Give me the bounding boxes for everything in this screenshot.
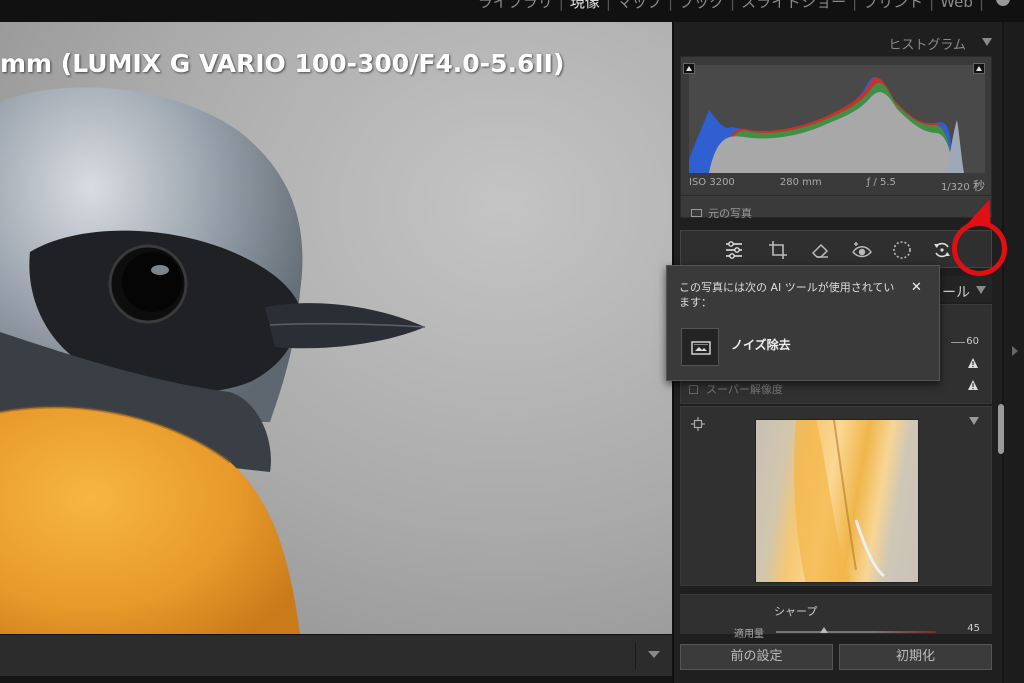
- aperture-value: ƒ / 5.5: [866, 177, 896, 188]
- detail-preview[interactable]: [755, 419, 919, 583]
- eraser-icon[interactable]: [809, 239, 831, 261]
- warning-icon: [968, 380, 978, 390]
- module-book[interactable]: ブック: [673, 0, 730, 12]
- enhance-slider-track[interactable]: [951, 342, 965, 343]
- reset-button[interactable]: 初期化: [839, 644, 992, 670]
- exif-readout: ISO 3200 280 mm ƒ / 5.5 1/320 秒: [689, 177, 985, 194]
- histogram-title: ヒストグラム: [888, 38, 966, 53]
- warning-icon: [968, 358, 978, 368]
- detail-panel: [680, 406, 992, 586]
- enhance-value: 60: [966, 336, 979, 347]
- ai-update-icon[interactable]: [931, 239, 953, 261]
- module-develop[interactable]: 現像: [564, 0, 606, 12]
- module-slideshow[interactable]: スライドショー: [735, 0, 852, 12]
- collapse-chevron-icon[interactable]: [976, 286, 986, 294]
- super-resolution-option[interactable]: スーパー解像度: [689, 381, 783, 397]
- chevron-down-icon[interactable]: [969, 417, 979, 425]
- original-photo-label: 元の写真: [708, 207, 752, 220]
- previous-settings-button[interactable]: 前の設定: [680, 644, 833, 670]
- tool-strip: [680, 230, 992, 268]
- identity-plate-icon[interactable]: [996, 0, 1010, 6]
- amount-slider[interactable]: [776, 631, 936, 633]
- histogram-header[interactable]: ヒストグラム: [680, 26, 996, 54]
- super-resolution-label: スーパー解像度: [706, 383, 783, 396]
- amount-label: 適用量: [734, 629, 764, 640]
- module-library[interactable]: ライブラリ: [472, 0, 559, 12]
- toolbar-divider: [635, 643, 636, 669]
- shadow-clipping-toggle-icon[interactable]: [683, 63, 695, 74]
- sharpening-title: シャープ: [774, 605, 818, 618]
- photo-info-overlay: mm (LUMIX G VARIO 100-300/F4.0-5.6II): [0, 49, 565, 78]
- masking-icon[interactable]: [891, 239, 913, 261]
- module-picker: ライブラリ | 現像 | マップ | ブック | スライドショー | プリント …: [0, 0, 1024, 22]
- red-eye-icon[interactable]: [851, 239, 873, 261]
- popup-message: この写真には次の AI ツールが使用されています：: [679, 281, 895, 309]
- original-photo-toggle[interactable]: 元の写真: [691, 205, 752, 221]
- shutter-unit: 秒: [972, 179, 985, 193]
- target-adjust-icon[interactable]: [691, 417, 705, 431]
- ai-tools-popup: この写真には次の AI ツールが使用されています： ✕ ノイズ除去: [666, 265, 940, 381]
- edit-sliders-icon[interactable]: [723, 239, 745, 261]
- close-icon[interactable]: ✕: [911, 280, 922, 295]
- highlight-clipping-toggle-icon[interactable]: [973, 63, 985, 74]
- shutter-speed-value: 1/320 秒: [941, 177, 985, 194]
- module-print[interactable]: プリント: [857, 0, 929, 12]
- basic-panel-title: ール: [942, 285, 970, 301]
- bird-photo: [0, 87, 426, 634]
- lightroom-window: ライブラリ | 現像 | マップ | ブック | スライドショー | プリント …: [0, 0, 1024, 683]
- panel-edge: [1004, 22, 1024, 683]
- focal-length-value: 280 mm: [779, 177, 822, 188]
- histogram-panel: ISO 3200 280 mm ƒ / 5.5 1/320 秒 元の写真: [680, 56, 992, 221]
- divider: [681, 195, 991, 196]
- module-map[interactable]: マップ: [611, 0, 668, 12]
- panel-buttons: 前の設定 初期化: [680, 644, 992, 670]
- annotation-circle: [952, 221, 1007, 276]
- super-resolution-checkbox[interactable]: [689, 384, 698, 394]
- collapse-chevron-icon[interactable]: [982, 38, 992, 46]
- shutter-speed-number: 1/320: [940, 182, 970, 193]
- toolbar: [0, 634, 672, 676]
- iso-value: ISO 3200: [689, 177, 735, 188]
- module-list: ライブラリ | 現像 | マップ | ブック | スライドショー | プリント …: [472, 0, 984, 12]
- denoise-icon: [681, 328, 719, 366]
- toolbar-menu-chevron-icon[interactable]: [648, 651, 660, 658]
- expand-panel-chevron-icon[interactable]: [1012, 346, 1018, 356]
- module-web[interactable]: Web: [934, 0, 979, 11]
- ai-tool-denoise: ノイズ除去: [731, 338, 791, 352]
- sharpening-section: シャープ 適用量 45: [680, 594, 992, 640]
- module-separator: |: [978, 0, 984, 11]
- photo-canvas[interactable]: mm (LUMIX G VARIO 100-300/F4.0-5.6II): [0, 22, 672, 634]
- histogram-graph: [689, 65, 985, 173]
- crop-icon[interactable]: [767, 239, 789, 261]
- amount-slider-thumb[interactable]: [820, 627, 828, 633]
- original-photo-icon: [691, 209, 702, 217]
- amount-value: 45: [967, 623, 980, 634]
